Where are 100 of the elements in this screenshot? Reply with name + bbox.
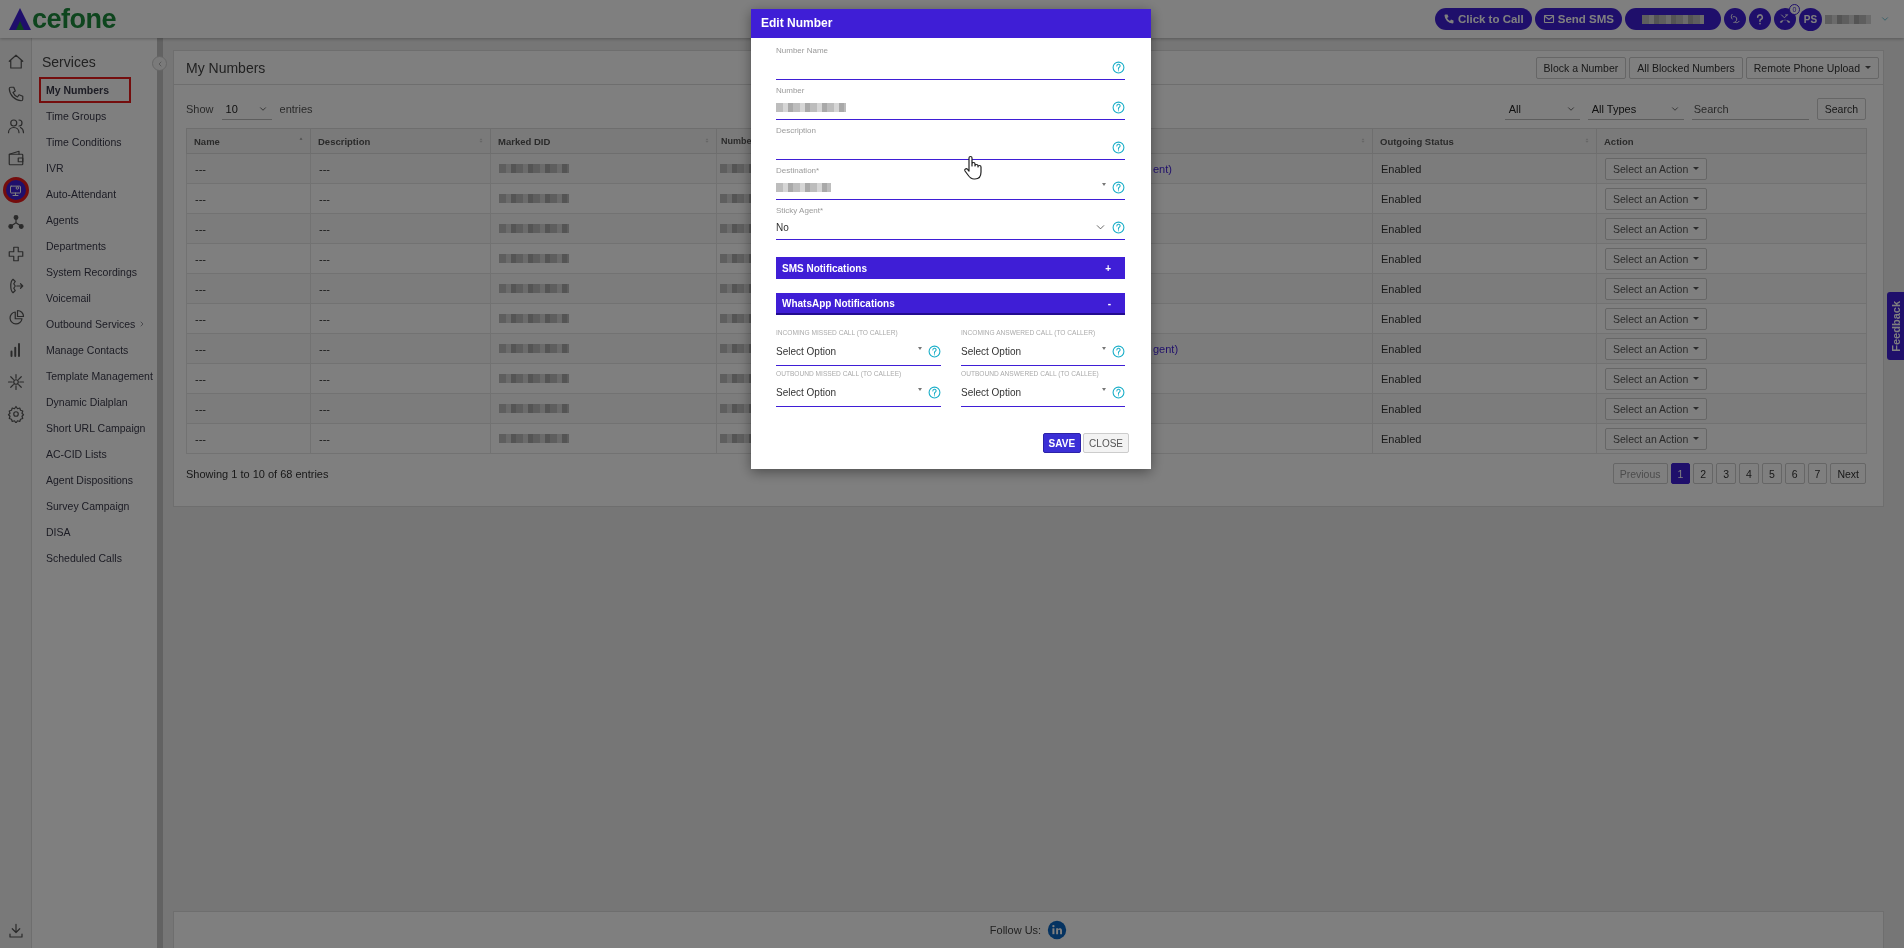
accordion-header[interactable]: WhatsApp Notifications - (776, 293, 1125, 315)
toolbar-button[interactable]: All Blocked Numbers (1629, 56, 1743, 79)
blurred-text (499, 163, 569, 173)
help-icon[interactable] (928, 386, 941, 399)
help-icon[interactable] (1112, 101, 1125, 114)
table-cell: --- (186, 423, 311, 454)
pagination-button[interactable]: 7 (1807, 463, 1828, 484)
sidebar-item[interactable]: Time Conditions (39, 129, 157, 155)
sidebar-item[interactable]: Template Management (39, 363, 157, 389)
page-size-select[interactable]: 10 (221, 98, 272, 120)
action-dropdown[interactable]: Select an Action (1605, 397, 1708, 420)
sidebar-item[interactable]: Agents (39, 207, 157, 233)
close-button[interactable]: CLOSE (1083, 433, 1129, 453)
help-icon[interactable] (928, 345, 941, 358)
help-icon[interactable] (1112, 61, 1125, 74)
column-header[interactable]: Outgoing Status (1372, 128, 1597, 154)
caret-icon (918, 388, 922, 391)
blurred-text (499, 313, 569, 323)
action-dropdown[interactable]: Select an Action (1605, 427, 1708, 450)
action-dropdown[interactable]: Select an Action (1605, 367, 1708, 390)
sidebar-title: Services (41, 53, 97, 70)
pagination-button[interactable]: 1 (1670, 463, 1691, 484)
field-label: Destination* (776, 166, 821, 176)
dropdown-button[interactable]: Remote Phone Upload (1745, 56, 1879, 79)
pagination-button[interactable]: Next (1830, 463, 1866, 484)
sidebar-item[interactable]: Survey Campaign (39, 493, 157, 519)
blurred-text (499, 223, 569, 233)
sort-icon[interactable] (298, 136, 304, 142)
action-dropdown[interactable]: Select an Action (1605, 217, 1708, 240)
monitor-icon[interactable] (2, 177, 29, 203)
sidebar-item[interactable]: AC-CID Lists (39, 441, 157, 467)
help-icon[interactable] (1112, 181, 1125, 194)
click-to-call-button[interactable]: Click to Call (1434, 8, 1532, 30)
search-button[interactable]: Search (1816, 98, 1866, 120)
action-dropdown[interactable]: Select an Action (1605, 307, 1708, 330)
expand-toggle[interactable]: + (1105, 262, 1111, 274)
toolbar-button[interactable]: Block a Number (1535, 56, 1627, 79)
action-dropdown[interactable]: Select an Action (1605, 277, 1708, 300)
user-avatar[interactable]: PS (1799, 7, 1822, 31)
pagination-button[interactable]: 5 (1761, 463, 1782, 484)
blurred-text (499, 373, 569, 383)
action-dropdown[interactable]: Select an Action (1605, 157, 1708, 180)
table-cell: Enabled (1372, 363, 1597, 394)
pagination-button[interactable]: 3 (1716, 463, 1737, 484)
field-label: Sticky Agent* (776, 206, 825, 216)
missed-call-icon[interactable] (1778, 12, 1792, 26)
sidebar-item[interactable]: Time Groups (39, 103, 157, 129)
pagination-button[interactable]: 2 (1693, 463, 1714, 484)
table-cell: --- (186, 213, 311, 244)
column-header[interactable]: Description (310, 128, 491, 154)
sidebar-item[interactable]: Auto-Attendant (39, 181, 157, 207)
collapse-icon[interactable] (152, 56, 167, 71)
social-icon[interactable] (1047, 920, 1068, 940)
help-icon[interactable] (1112, 386, 1125, 399)
filter-select[interactable]: All Types (1587, 98, 1684, 120)
field-label: Description (776, 126, 817, 136)
pagination-button[interactable]: 6 (1784, 463, 1805, 484)
select-field[interactable]: Select Option (776, 379, 941, 407)
select-field[interactable]: Select Option (961, 338, 1125, 366)
filter-select[interactable]: All (1504, 98, 1580, 120)
sidebar-item[interactable]: Outbound Services (39, 311, 157, 337)
sidebar-item[interactable]: Voicemail (39, 285, 157, 311)
table-cell: Enabled (1372, 333, 1597, 364)
sidebar-item[interactable]: Dynamic Dialplan (39, 389, 157, 415)
help-icon[interactable] (1112, 141, 1125, 154)
column-header[interactable]: Name (186, 128, 311, 154)
blurred-text (499, 403, 569, 413)
logo-text: cefone (32, 3, 117, 35)
account-pill[interactable] (1625, 8, 1721, 30)
sidebar-item[interactable]: Departments (39, 233, 157, 259)
chevron-down-icon[interactable] (1880, 14, 1890, 24)
table-cell: --- (310, 273, 491, 304)
sidebar-item[interactable]: Short URL Campaign (39, 415, 157, 441)
blurred-text (776, 183, 831, 192)
chevron-right-icon (138, 320, 146, 328)
column-header[interactable]: Action (1596, 128, 1867, 154)
sidebar-item[interactable]: DISA (39, 519, 157, 545)
sidebar-item[interactable]: Scheduled Calls (39, 545, 157, 571)
save-button[interactable]: SAVE (1042, 433, 1082, 453)
table-cell: --- (310, 153, 491, 184)
sidebar-item[interactable]: System Recordings (39, 259, 157, 285)
action-dropdown[interactable]: Select an Action (1605, 187, 1708, 210)
pagination-button[interactable]: 4 (1739, 463, 1759, 484)
sidebar-item[interactable]: IVR (39, 155, 157, 181)
search-field[interactable]: Search (1691, 98, 1809, 120)
select-field[interactable]: Select Option (961, 379, 1125, 407)
table-cell: Enabled (1372, 183, 1597, 214)
sidebar-item[interactable]: Manage Contacts (39, 337, 157, 363)
sidebar-item[interactable]: Agent Dispositions (39, 467, 157, 493)
action-dropdown[interactable]: Select an Action (1605, 247, 1708, 270)
help-icon[interactable] (1112, 345, 1125, 358)
accordion-header[interactable]: SMS Notifications + (776, 257, 1125, 279)
select-field[interactable]: No (776, 216, 1125, 240)
sidebar-item[interactable]: My Numbers (39, 77, 131, 103)
action-dropdown[interactable]: Select an Action (1605, 337, 1708, 360)
help-icon[interactable] (1112, 221, 1125, 234)
send-sms-button[interactable]: Send SMS (1534, 8, 1622, 30)
table-cell: Enabled (1372, 243, 1597, 274)
column-header[interactable]: Marked DID (490, 128, 717, 154)
download-icon[interactable] (6, 922, 25, 940)
